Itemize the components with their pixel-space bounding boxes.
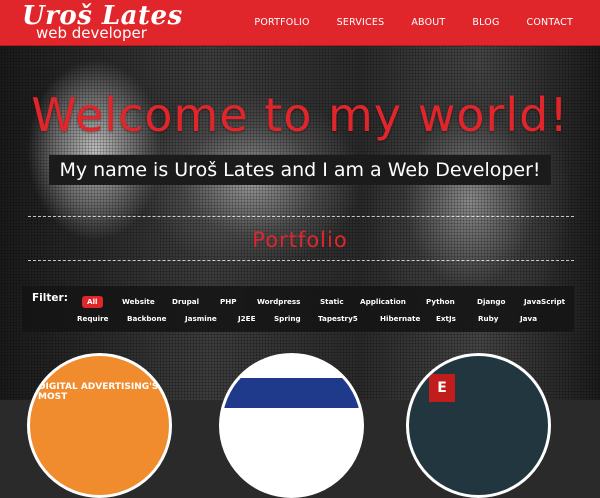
main-nav: PORTFOLIO SERVICES ABOUT BLOG CONTACT xyxy=(254,0,600,45)
filter-chip-hibernate[interactable]: Hibernate xyxy=(375,313,425,325)
filter-chip-drupal[interactable]: Drupal xyxy=(167,296,204,308)
nav-services[interactable]: SERVICES xyxy=(337,17,385,28)
filter-chip-application[interactable]: Application xyxy=(355,296,411,308)
nav-portfolio[interactable]: PORTFOLIO xyxy=(254,17,309,28)
site-header: Uroš Lates web developer PORTFOLIO SERVI… xyxy=(0,0,600,45)
portfolio-thumb-fitness[interactable]: E xyxy=(406,353,551,498)
thumb-caption: DIGITAL ADVERTISING'S MOST xyxy=(38,382,159,402)
nav-blog[interactable]: BLOG xyxy=(472,17,499,28)
filter-chip-website[interactable]: Website xyxy=(117,296,160,308)
filter-chip-ruby[interactable]: Ruby xyxy=(473,313,503,325)
logo-subtitle: web developer xyxy=(36,24,147,42)
filter-label: Filter: xyxy=(32,292,68,304)
filter-chip-static[interactable]: Static xyxy=(315,296,349,308)
hero-background-photo xyxy=(0,0,600,400)
filter-chip-j2ee[interactable]: J2EE xyxy=(233,313,261,325)
hero-tagline: My name is Uroš Lates and I am a Web Dev… xyxy=(49,155,551,185)
portfolio-thumb-advertising[interactable]: DIGITAL ADVERTISING'S MOST xyxy=(27,353,172,498)
filter-chip-javascript[interactable]: JavaScript xyxy=(519,296,570,308)
filter-chip-spring[interactable]: Spring xyxy=(269,313,306,325)
thumb-badge: E xyxy=(429,374,455,402)
filter-chip-django[interactable]: Django xyxy=(472,296,510,308)
filter-chip-java[interactable]: Java xyxy=(515,313,542,325)
filter-panel: Filter: All Website Drupal PHP Wordpress Stat… xyxy=(22,286,574,332)
thumb-banner xyxy=(222,378,361,408)
filter-chip-wordpress[interactable]: Wordpress xyxy=(252,296,305,308)
hero-tagline-wrap: My name is Uroš Lates and I am a Web Dev… xyxy=(0,155,600,185)
nav-contact[interactable]: CONTACT xyxy=(527,17,573,28)
portfolio-thumb-marketing[interactable] xyxy=(219,353,364,498)
filter-chip-all[interactable]: All xyxy=(82,296,103,308)
hero-heading: Welcome to my world! xyxy=(31,88,569,142)
filter-chip-backbone[interactable]: Backbone xyxy=(122,313,171,325)
filter-chip-jasmine[interactable]: Jasmine xyxy=(180,313,222,325)
divider-top xyxy=(28,216,574,217)
portfolio-title: Portfolio xyxy=(252,228,348,252)
filter-chip-python[interactable]: Python xyxy=(421,296,460,308)
filter-chip-tapestry5[interactable]: Tapestry5 xyxy=(313,313,363,325)
filter-chip-php[interactable]: PHP xyxy=(215,296,242,308)
divider-bottom xyxy=(28,260,574,261)
filter-chip-require[interactable]: Require xyxy=(72,313,114,325)
filter-chip-extjs[interactable]: ExtJs xyxy=(431,313,461,325)
nav-about[interactable]: ABOUT xyxy=(411,17,445,28)
